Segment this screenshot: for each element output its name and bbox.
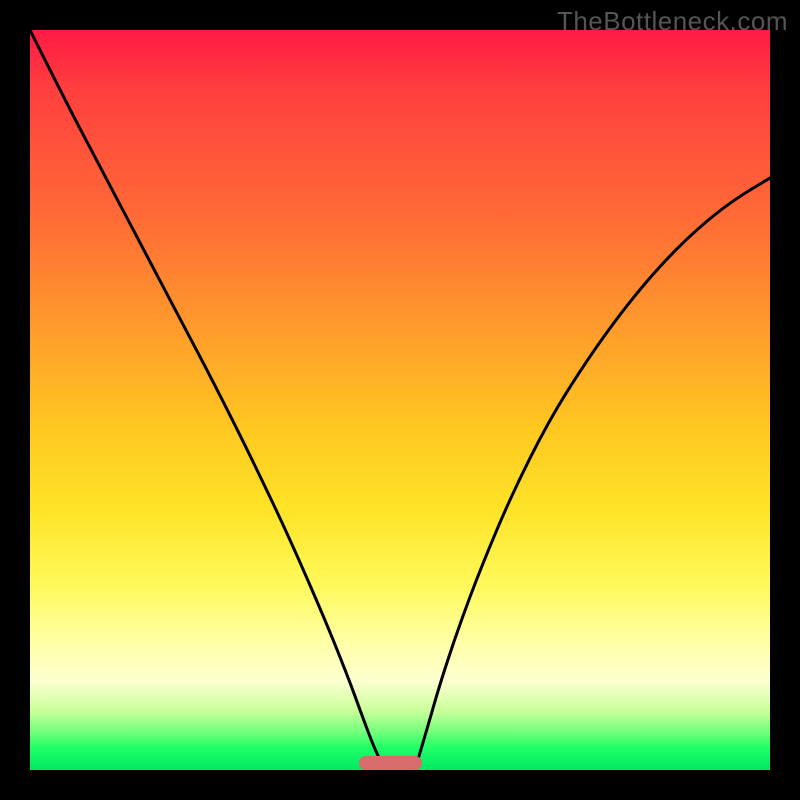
watermark-text: TheBottleneck.com (557, 6, 788, 37)
bottleneck-marker (359, 756, 422, 770)
curve-right (415, 178, 770, 770)
curve-left (30, 30, 385, 770)
bottleneck-chart: TheBottleneck.com (0, 0, 800, 800)
plot-area (30, 30, 770, 770)
curves-layer (30, 30, 770, 770)
